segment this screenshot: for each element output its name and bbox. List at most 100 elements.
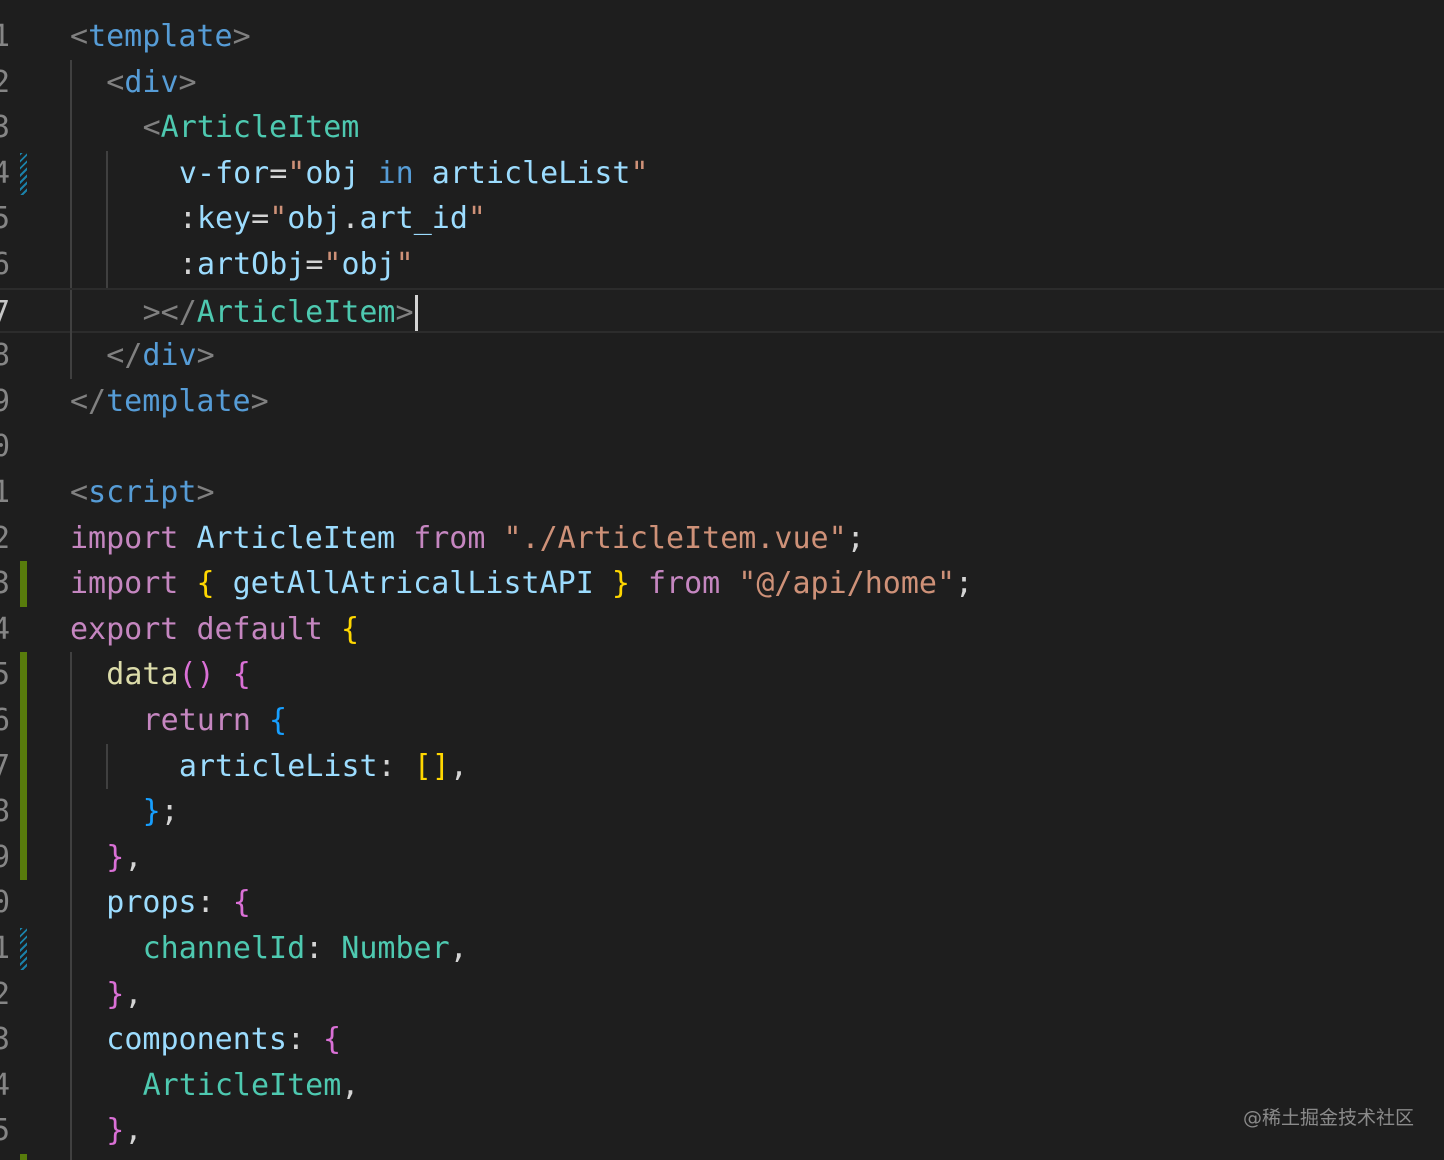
code-line[interactable]: 4 export default { — [0, 607, 1444, 653]
code-token: () — [178, 657, 215, 693]
code-line[interactable]: 5:key="obj.art_id" — [0, 196, 1444, 242]
code-line[interactable]: 2 <div> — [0, 59, 1444, 106]
code-token: " — [323, 247, 342, 282]
code-line[interactable]: 6 — [0, 1154, 1444, 1160]
code-token: { — [323, 1022, 342, 1058]
line-number: 8 — [0, 794, 11, 830]
code-token: data — [106, 657, 179, 693]
line-number: 4 — [0, 1067, 11, 1103]
code-line[interactable]: 9}, — [0, 834, 1444, 881]
gutter-added-marker[interactable] — [20, 834, 27, 881]
code-text: }, — [106, 972, 142, 1018]
code-line[interactable]: 3 components: { — [0, 1017, 1444, 1063]
gutter-added-marker[interactable] — [20, 789, 27, 835]
gutter-added-marker[interactable] — [20, 561, 27, 607]
code-line[interactable]: 4 ArticleItem, — [0, 1062, 1444, 1109]
code-token: [] — [413, 748, 450, 784]
indent-guide — [70, 333, 72, 379]
code-line[interactable]: 7 ></ArticleItem> — [0, 287, 1444, 336]
code-token: } — [106, 976, 125, 1012]
indent-guide — [106, 743, 109, 790]
code-token: div — [124, 64, 179, 100]
code-line[interactable]: 0 — [0, 424, 1444, 470]
code-line[interactable]: 1 channelId: Number, — [0, 926, 1444, 972]
code-editor[interactable]: 1 <template> 2 <div> 3 <ArticleItem 4 v-for="ob… — [0, 0, 1444, 1160]
code-line[interactable]: 4 v-for="obj in articleList" — [0, 150, 1444, 197]
indent-guide — [70, 289, 72, 336]
code-line[interactable]: 3 import { getAllAtricalListAPI } from "@… — [0, 561, 1444, 607]
code-line[interactable]: 7 articleList: [], — [0, 743, 1444, 790]
code-line[interactable]: 1 <template> — [0, 14, 1444, 60]
code-line[interactable]: 3 <ArticleItem — [0, 105, 1444, 151]
code-token: props — [106, 885, 197, 921]
code-line[interactable]: 9 </template> — [0, 379, 1444, 425]
line-number: 1 — [0, 19, 11, 54]
code-token: " — [395, 247, 414, 282]
line-number: 3 — [0, 566, 11, 602]
code-text: import ArticleItem from "./ArticleItem.v… — [70, 516, 865, 562]
code-token: } — [611, 566, 630, 602]
code-token: script — [88, 475, 197, 510]
indent-guide — [70, 971, 72, 1018]
code-token: { — [340, 611, 359, 647]
code-text: :artObj="obj" — [179, 242, 414, 288]
line-number: 9 — [0, 383, 11, 419]
code-token: > — [196, 338, 215, 374]
line-number: 0 — [0, 429, 11, 465]
code-line[interactable]: 1 <script> — [0, 470, 1444, 516]
code-token: div — [142, 338, 197, 374]
gutter-added-marker[interactable] — [20, 698, 27, 744]
code-token: in — [377, 155, 414, 191]
indent-guide — [70, 1108, 72, 1154]
code-line[interactable]: 5}, — [0, 1108, 1444, 1154]
indent-guide — [70, 652, 72, 698]
code-token: getAllAtricalListAPI — [232, 566, 594, 602]
indent-guide — [70, 150, 72, 197]
code-token: obj — [341, 247, 396, 282]
code-token: art_id — [359, 201, 468, 237]
code-token: , — [124, 1113, 143, 1149]
gutter-modified-marker[interactable] — [20, 152, 27, 195]
code-token: { — [232, 885, 251, 921]
indent-guide — [70, 1017, 72, 1063]
indent-guide — [106, 196, 109, 242]
code-line[interactable]: 2}, — [0, 971, 1444, 1018]
code-token: export — [70, 611, 179, 647]
indent-guide — [70, 196, 72, 242]
code-line[interactable]: 0 props: { — [0, 880, 1444, 926]
code-line[interactable]: 6 return { — [0, 698, 1444, 744]
code-token: articleList — [178, 748, 378, 784]
code-text: v-for="obj in articleList" — [179, 151, 649, 197]
code-line[interactable]: 2 import ArticleItem from "./ArticleItem.… — [0, 516, 1444, 562]
line-number: 8 — [0, 338, 11, 374]
code-text: <ArticleItem — [143, 105, 360, 151]
code-line[interactable]: 5 data() { — [0, 652, 1444, 698]
code-token: default — [196, 611, 323, 647]
code-line[interactable]: 6:artObj="obj" — [0, 242, 1444, 288]
line-number: 2 — [0, 520, 11, 556]
code-token: : — [178, 247, 197, 282]
code-line[interactable]: 8}; — [0, 789, 1444, 835]
gutter-added-marker[interactable] — [20, 743, 27, 790]
gutter-added-marker[interactable] — [20, 652, 27, 698]
code-text: data() { — [106, 652, 251, 698]
line-number: 1 — [0, 931, 11, 966]
line-number: 4 — [0, 611, 11, 647]
code-text: return { — [143, 698, 288, 744]
code-text: components: { — [106, 1017, 341, 1063]
code-line[interactable]: 8 </div> — [0, 333, 1444, 379]
gutter-added-marker[interactable] — [20, 1154, 27, 1160]
code-token: < — [70, 475, 89, 510]
code-text: props: { — [106, 880, 251, 926]
gutter-modified-marker[interactable] — [20, 928, 27, 970]
code-token: ArticleItem — [196, 520, 396, 556]
